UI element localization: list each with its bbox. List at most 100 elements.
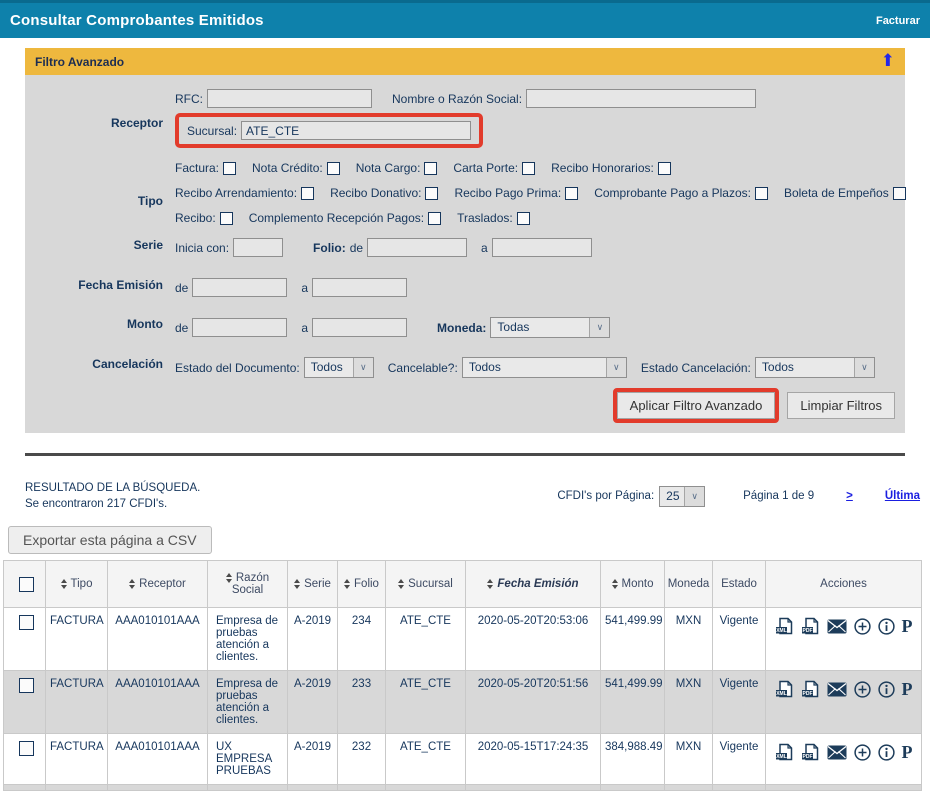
pdf-download-icon[interactable]: PDF xyxy=(801,743,820,761)
checkbox[interactable] xyxy=(428,212,441,225)
actions-cell: XML PDF P xyxy=(766,608,922,671)
collapse-up-arrow-icon[interactable]: ⬆ xyxy=(881,53,895,70)
cell-tipo: FACTURA xyxy=(46,734,108,785)
table-row: FACTURAAAA010101AAAUX EMPRESA PRUEBASA-2… xyxy=(4,734,922,785)
sucursal-annotation-box: Sucursal: xyxy=(175,113,483,148)
column-header-sucursal[interactable]: Sucursal xyxy=(386,561,466,608)
next-page-link[interactable]: > xyxy=(846,490,853,502)
filter-row-monto: Monto de a Moneda: Todas ∨ xyxy=(25,317,895,338)
checkbox[interactable] xyxy=(658,162,671,175)
cancelable-select[interactable]: Todos ∨ xyxy=(462,357,627,378)
pay-p-icon[interactable]: P xyxy=(902,619,913,634)
tipo-option: Recibo: xyxy=(175,211,233,225)
cancelable-label: Cancelable?: xyxy=(388,361,458,375)
checkbox[interactable] xyxy=(517,212,530,225)
fecha-de-input[interactable] xyxy=(192,278,287,297)
per-page-select-value: 25 xyxy=(660,487,684,506)
plus-circle-icon[interactable] xyxy=(854,618,871,635)
column-header-receptor[interactable]: Receptor xyxy=(108,561,208,608)
folio-de-input[interactable] xyxy=(367,238,467,257)
sort-icon[interactable] xyxy=(487,579,493,589)
column-header-moneda: Moneda xyxy=(665,561,713,608)
table-header-row: TipoReceptorRazón SocialSerieFolioSucurs… xyxy=(4,561,922,608)
cell-serie: A-2019 xyxy=(288,608,338,671)
sort-icon[interactable] xyxy=(612,579,618,589)
filter-titlebar[interactable]: Filtro Avanzado ⬆ xyxy=(25,48,905,75)
checkbox[interactable] xyxy=(425,187,438,200)
pay-p-icon[interactable]: P xyxy=(902,682,913,697)
plus-circle-icon[interactable] xyxy=(854,681,871,698)
pdf-download-icon[interactable]: PDF xyxy=(801,617,820,635)
last-page-link[interactable]: Última xyxy=(885,490,920,502)
apply-annotation-box: Aplicar Filtro Avanzado xyxy=(613,388,780,423)
sort-icon[interactable] xyxy=(294,579,300,589)
facturar-link[interactable]: Facturar xyxy=(876,15,920,27)
cell-sucursal: ATE_CTE xyxy=(386,671,466,734)
tipo-option: Recibo Donativo: xyxy=(330,186,438,200)
row-checkbox[interactable] xyxy=(19,678,34,693)
checkbox[interactable] xyxy=(301,187,314,200)
checkbox[interactable] xyxy=(893,187,906,200)
sort-icon[interactable] xyxy=(61,579,67,589)
xml-download-icon[interactable]: XML xyxy=(775,617,794,635)
results-count: Se encontraron 217 CFDI's. xyxy=(25,496,200,512)
sort-icon[interactable] xyxy=(398,579,404,589)
checkbox[interactable] xyxy=(220,212,233,225)
column-header-monto[interactable]: Monto xyxy=(601,561,665,608)
tipo-option: Boleta de Empeños xyxy=(784,186,906,200)
pay-p-icon[interactable]: P xyxy=(902,745,913,760)
email-icon[interactable] xyxy=(827,745,847,760)
rfc-input[interactable] xyxy=(207,89,372,108)
sort-icon[interactable] xyxy=(344,579,350,589)
serie-inicia-input[interactable] xyxy=(233,238,283,257)
info-circle-icon[interactable] xyxy=(878,744,895,761)
plus-circle-icon[interactable] xyxy=(854,744,871,761)
export-csv-button[interactable]: Exportar esta página a CSV xyxy=(8,526,212,554)
checkbox[interactable] xyxy=(424,162,437,175)
folio-a-input[interactable] xyxy=(492,238,592,257)
column-header-fecha-emisi-n[interactable]: Fecha Emisión xyxy=(466,561,601,608)
column-header-serie[interactable]: Serie xyxy=(288,561,338,608)
estado-documento-select[interactable]: Todos ∨ xyxy=(304,357,374,378)
sort-icon[interactable] xyxy=(226,573,232,583)
column-header-select-all[interactable] xyxy=(4,561,46,608)
column-header-tipo[interactable]: Tipo xyxy=(46,561,108,608)
checkbox[interactable] xyxy=(522,162,535,175)
checkbox[interactable] xyxy=(223,162,236,175)
row-checkbox[interactable] xyxy=(19,741,34,756)
clear-filters-button[interactable]: Limpiar Filtros xyxy=(787,392,895,419)
checkbox[interactable] xyxy=(327,162,340,175)
sucursal-label: Sucursal: xyxy=(187,124,237,138)
email-icon[interactable] xyxy=(827,682,847,697)
monto-a-input[interactable] xyxy=(312,318,407,337)
cell-moneda: MXN xyxy=(665,608,713,671)
sucursal-input[interactable] xyxy=(241,121,471,140)
xml-download-icon[interactable]: XML xyxy=(775,743,794,761)
apply-filter-button[interactable]: Aplicar Filtro Avanzado xyxy=(617,392,776,419)
svg-text:XML: XML xyxy=(776,754,787,760)
moneda-select[interactable]: Todas ∨ xyxy=(490,317,610,338)
email-icon[interactable] xyxy=(827,619,847,634)
select-all-checkbox[interactable] xyxy=(19,577,34,592)
column-header-folio[interactable]: Folio xyxy=(338,561,386,608)
tipo-option: Factura: xyxy=(175,161,236,175)
row-checkbox[interactable] xyxy=(19,615,34,630)
row-actions: XML PDF P xyxy=(770,615,917,635)
folio-label: Folio: xyxy=(313,241,346,255)
nombre-razon-input[interactable] xyxy=(526,89,756,108)
estado-cancelacion-select[interactable]: Todos ∨ xyxy=(755,357,875,378)
info-circle-icon[interactable] xyxy=(878,618,895,635)
checkbox[interactable] xyxy=(755,187,768,200)
pdf-download-icon[interactable]: PDF xyxy=(801,680,820,698)
sort-icon[interactable] xyxy=(129,579,135,589)
cell-receptor: AAA010101AAA xyxy=(108,734,208,785)
monto-de-input[interactable] xyxy=(192,318,287,337)
fecha-a-input[interactable] xyxy=(312,278,407,297)
checkbox[interactable] xyxy=(565,187,578,200)
info-circle-icon[interactable] xyxy=(878,681,895,698)
xml-download-icon[interactable]: XML xyxy=(775,680,794,698)
filter-title: Filtro Avanzado xyxy=(35,55,124,69)
per-page-select[interactable]: 25 ∨ xyxy=(659,486,705,507)
column-header-raz-n-social[interactable]: Razón Social xyxy=(208,561,288,608)
cell-moneda: MXN xyxy=(665,671,713,734)
